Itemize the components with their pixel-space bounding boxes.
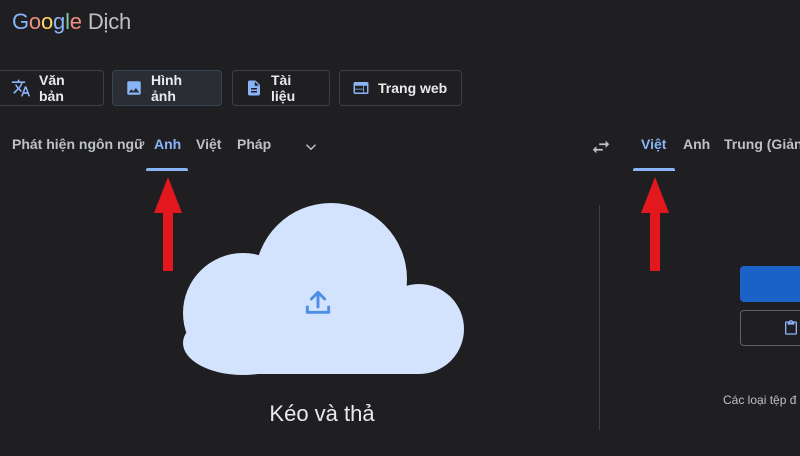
target-lang-vietnamese[interactable]: Việt bbox=[641, 136, 666, 152]
chevron-down-icon[interactable] bbox=[302, 138, 320, 161]
tab-document-label: Tài liệu bbox=[271, 72, 296, 104]
tab-image[interactable]: Hình ảnh bbox=[112, 70, 222, 106]
browse-button[interactable] bbox=[740, 266, 800, 302]
upload-icon bbox=[302, 287, 334, 324]
tab-image-label: Hình ảnh bbox=[151, 72, 183, 104]
source-lang-french[interactable]: Pháp bbox=[237, 136, 271, 152]
red-arrow-target bbox=[640, 177, 670, 276]
tab-text[interactable]: Văn bản bbox=[0, 70, 104, 106]
document-icon bbox=[245, 79, 263, 97]
drag-drop-label: Kéo và thả bbox=[269, 401, 375, 426]
image-icon bbox=[125, 79, 143, 97]
web-icon bbox=[352, 79, 370, 97]
upload-drop-zone[interactable] bbox=[183, 203, 465, 375]
red-arrow-source bbox=[153, 177, 183, 276]
google-translate-logo[interactable]: Google Dịch bbox=[12, 9, 131, 35]
target-lang-chinese[interactable]: Trung (Giản bbox=[724, 136, 800, 152]
source-lang-english[interactable]: Anh bbox=[154, 136, 181, 152]
source-lang-vietnamese[interactable]: Việt bbox=[196, 136, 221, 152]
tab-document[interactable]: Tài liệu bbox=[232, 70, 330, 106]
target-lang-active-indicator bbox=[633, 168, 675, 171]
brand-logo-text: Google bbox=[12, 9, 82, 34]
tab-website-label: Trang web bbox=[378, 80, 448, 96]
tab-text-label: Văn bản bbox=[39, 72, 65, 104]
tab-website[interactable]: Trang web bbox=[339, 70, 462, 106]
translate-icon bbox=[11, 78, 31, 98]
source-lang-active-indicator bbox=[146, 168, 188, 171]
source-lang-detect[interactable]: Phát hiện ngôn ngữ bbox=[12, 136, 144, 152]
target-lang-english[interactable]: Anh bbox=[683, 136, 710, 152]
product-name: Dịch bbox=[87, 9, 132, 34]
language-bar: Phát hiện ngôn ngữ Anh Việt Pháp Việt An… bbox=[0, 130, 800, 172]
file-types-info: Các loại tệp đ bbox=[723, 393, 797, 407]
panel-divider bbox=[599, 205, 600, 430]
swap-languages-icon[interactable] bbox=[590, 136, 612, 163]
paste-button[interactable] bbox=[740, 310, 800, 346]
